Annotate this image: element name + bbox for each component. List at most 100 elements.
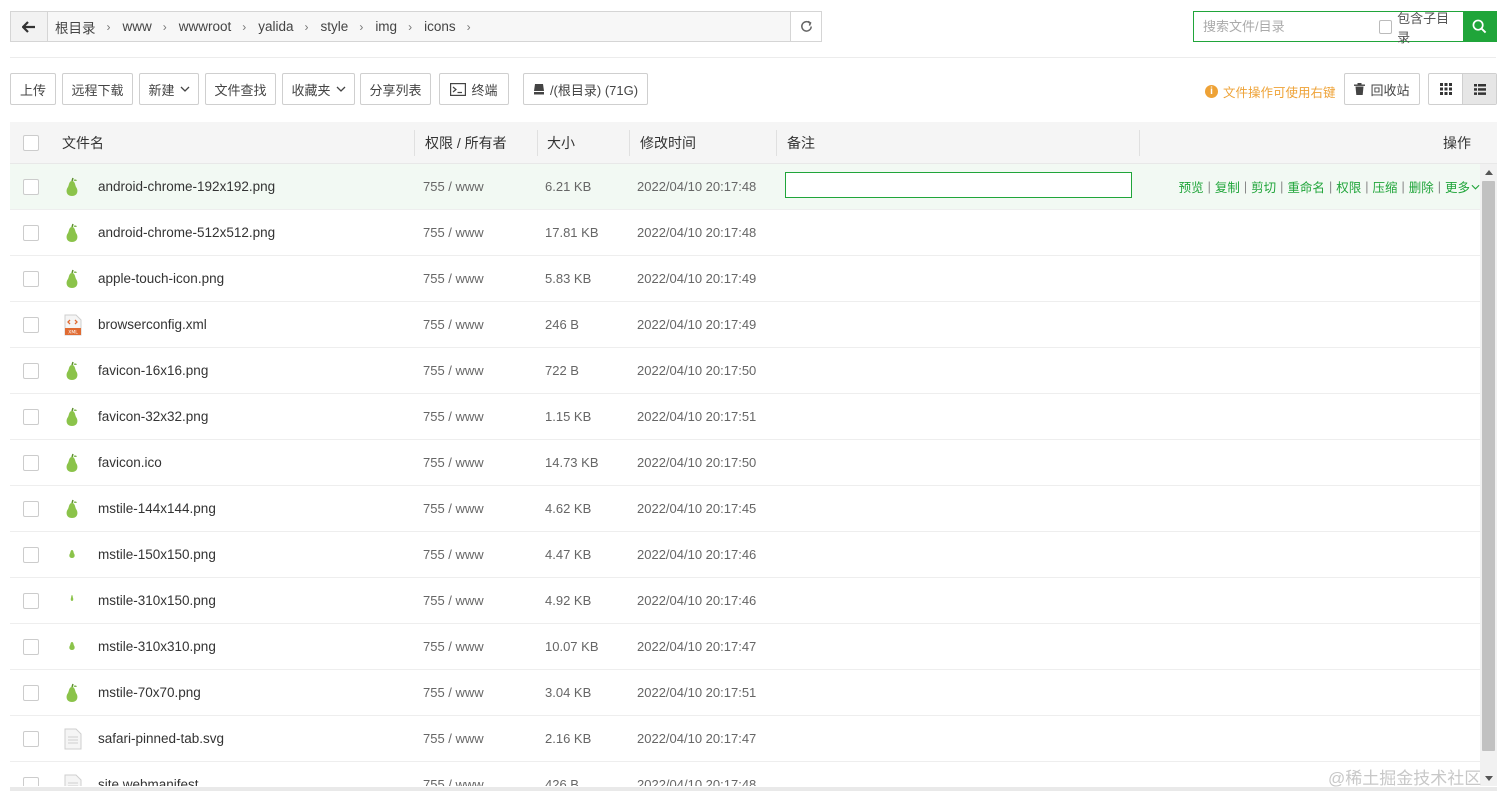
table-row[interactable]: mstile-144x144.png 755 / www 4.62 KB 2022/0… xyxy=(10,486,1480,532)
table-row[interactable]: mstile-150x150.png 755 / www 4.47 KB 2022/0… xyxy=(10,532,1480,578)
row-checkbox[interactable] xyxy=(23,670,39,715)
disk-button[interactable]: /(根目录) (71G) xyxy=(523,73,648,105)
checkbox[interactable] xyxy=(23,178,39,195)
table-row[interactable]: mstile-310x310.png 755 / www 10.07 KB 2022/… xyxy=(10,624,1480,670)
action-3[interactable]: 重命名 xyxy=(1287,177,1325,196)
action-5[interactable]: 压缩 xyxy=(1372,177,1397,196)
search-input[interactable] xyxy=(1194,12,1379,41)
action-7[interactable]: 更多 xyxy=(1445,177,1470,196)
row-checkbox[interactable] xyxy=(23,532,39,577)
row-checkbox[interactable] xyxy=(23,394,39,439)
row-checkbox[interactable] xyxy=(23,578,39,623)
checkbox[interactable] xyxy=(23,500,39,517)
breadcrumb-item[interactable]: 根目录 › xyxy=(55,17,123,37)
file-permission[interactable]: 755 / www xyxy=(423,486,484,531)
scroll-down-arrow[interactable] xyxy=(1480,770,1497,786)
checkbox[interactable] xyxy=(23,592,39,609)
checkbox[interactable] xyxy=(23,454,39,471)
file-name[interactable]: site.webmanifest xyxy=(98,762,199,786)
table-row[interactable]: safari-pinned-tab.svg 755 / www 2.16 KB 202… xyxy=(10,716,1480,762)
action-6[interactable]: 删除 xyxy=(1409,177,1434,196)
grid-view-button[interactable] xyxy=(1429,74,1462,104)
file-permission[interactable]: 755 / www xyxy=(423,716,484,761)
checkbox[interactable] xyxy=(23,270,39,287)
file-permission[interactable]: 755 / www xyxy=(423,256,484,301)
file-name[interactable]: mstile-310x150.png xyxy=(98,578,216,623)
file-permission[interactable]: 755 / www xyxy=(423,348,484,393)
checkbox[interactable] xyxy=(23,638,39,655)
file-name[interactable]: favicon-16x16.png xyxy=(98,348,208,393)
row-checkbox[interactable] xyxy=(23,716,39,761)
file-name[interactable]: mstile-70x70.png xyxy=(98,670,201,715)
list-view-button[interactable] xyxy=(1462,74,1496,104)
table-row[interactable]: mstile-70x70.png 755 / www 3.04 KB 2022/04/… xyxy=(10,670,1480,716)
file-name[interactable]: android-chrome-512x512.png xyxy=(98,210,275,255)
file-search-button[interactable]: 文件查找 xyxy=(205,73,276,105)
header-mtime[interactable]: 修改时间 xyxy=(640,122,696,164)
file-permission[interactable]: 755 / www xyxy=(423,210,484,255)
file-permission[interactable]: 755 / www xyxy=(423,394,484,439)
breadcrumb-item[interactable]: yalida › xyxy=(258,19,320,34)
file-name[interactable]: android-chrome-192x192.png xyxy=(98,164,275,209)
table-row[interactable]: XML browserconfig.xml 755 / www 246 B 2022/0… xyxy=(10,302,1480,348)
checkbox[interactable] xyxy=(23,224,39,241)
search-button[interactable] xyxy=(1463,12,1496,41)
breadcrumb-item[interactable]: icons › xyxy=(424,19,483,34)
file-name[interactable]: mstile-310x310.png xyxy=(98,624,216,669)
row-checkbox[interactable] xyxy=(23,486,39,531)
file-permission[interactable]: 755 / www xyxy=(423,578,484,623)
checkbox[interactable] xyxy=(23,135,39,151)
new-dropdown-button[interactable]: 新建 xyxy=(139,73,199,105)
scrollbar[interactable] xyxy=(1480,164,1497,786)
favorites-dropdown-button[interactable]: 收藏夹 xyxy=(282,73,355,105)
file-permission[interactable]: 755 / www xyxy=(423,670,484,715)
checkbox[interactable] xyxy=(23,546,39,563)
header-perm[interactable]: 权限 / 所有者 xyxy=(425,122,507,164)
checkbox[interactable] xyxy=(23,316,39,333)
scroll-up-arrow[interactable] xyxy=(1480,164,1497,180)
breadcrumb-item[interactable]: wwwroot › xyxy=(179,19,259,34)
file-permission[interactable]: 755 / www xyxy=(423,164,484,209)
file-name[interactable]: browserconfig.xml xyxy=(98,302,207,347)
action-0[interactable]: 预览 xyxy=(1179,177,1204,196)
row-checkbox[interactable] xyxy=(23,624,39,669)
table-row[interactable]: favicon-32x32.png 755 / www 1.15 KB 2022/04… xyxy=(10,394,1480,440)
file-permission[interactable]: 755 / www xyxy=(423,440,484,485)
file-permission[interactable]: 755 / www xyxy=(423,532,484,577)
share-list-button[interactable]: 分享列表 xyxy=(360,73,431,105)
table-row[interactable]: android-chrome-192x192.png 755 / www 6.21 … xyxy=(10,164,1480,210)
row-checkbox[interactable] xyxy=(23,762,39,786)
table-row[interactable]: site.webmanifest 755 / www 426 B 2022/04/10… xyxy=(10,762,1480,786)
row-checkbox[interactable] xyxy=(23,164,39,209)
checkbox[interactable] xyxy=(1379,19,1393,34)
refresh-button[interactable] xyxy=(790,12,821,41)
remark-input[interactable] xyxy=(785,172,1132,198)
upload-button[interactable]: 上传 xyxy=(10,73,56,105)
scrollbar-thumb[interactable] xyxy=(1482,181,1495,751)
back-button[interactable] xyxy=(11,12,48,41)
table-row[interactable]: favicon.ico 755 / www 14.73 KB 2022/04/10 2… xyxy=(10,440,1480,486)
file-permission[interactable]: 755 / www xyxy=(423,624,484,669)
breadcrumb-item[interactable]: www › xyxy=(123,19,179,34)
row-checkbox[interactable] xyxy=(23,256,39,301)
checkbox[interactable] xyxy=(23,776,39,786)
file-name[interactable]: favicon.ico xyxy=(98,440,162,485)
breadcrumb-item[interactable]: img › xyxy=(375,19,424,34)
action-2[interactable]: 剪切 xyxy=(1251,177,1276,196)
row-checkbox[interactable] xyxy=(23,302,39,347)
row-checkbox[interactable] xyxy=(23,440,39,485)
file-name[interactable]: mstile-144x144.png xyxy=(98,486,216,531)
checkbox[interactable] xyxy=(23,362,39,379)
recycle-bin-button[interactable]: 回收站 xyxy=(1344,73,1420,105)
header-size[interactable]: 大小 xyxy=(547,122,575,164)
action-1[interactable]: 复制 xyxy=(1215,177,1240,196)
file-name[interactable]: safari-pinned-tab.svg xyxy=(98,716,224,761)
select-all-checkbox[interactable] xyxy=(23,122,39,164)
table-row[interactable]: mstile-310x150.png 755 / www 4.92 KB 2022/0… xyxy=(10,578,1480,624)
action-4[interactable]: 权限 xyxy=(1336,177,1361,196)
checkbox[interactable] xyxy=(23,408,39,425)
remote-download-button[interactable]: 远程下载 xyxy=(62,73,133,105)
row-checkbox[interactable] xyxy=(23,348,39,393)
subdir-checkbox[interactable]: 包含子目录 xyxy=(1379,11,1463,45)
checkbox[interactable] xyxy=(23,684,39,701)
